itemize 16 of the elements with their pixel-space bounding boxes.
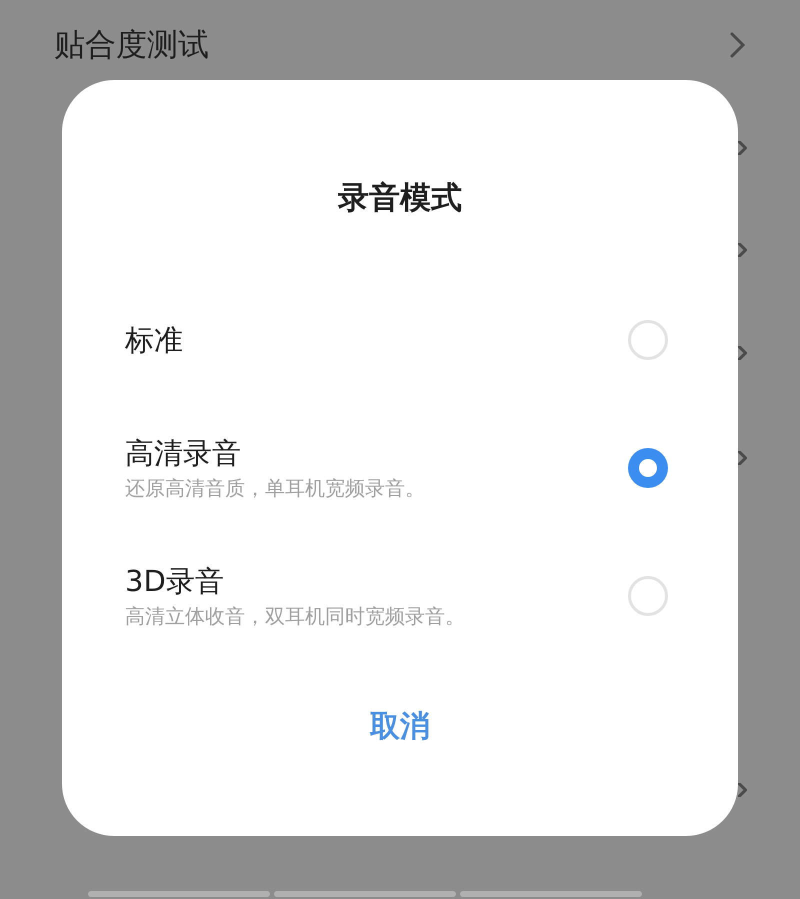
chevron-icon [728, 30, 748, 60]
chevron-icon [738, 783, 747, 797]
option-label: 3D录音 [125, 562, 225, 600]
setting-title: 贴合度测试 [54, 26, 209, 65]
radio-button[interactable] [628, 320, 668, 360]
radio-button[interactable] [628, 448, 668, 488]
option-description: 还原高清音质，单耳机宽频录音。 [125, 474, 425, 502]
chevron-icon [738, 243, 747, 257]
dialog-title: 录音模式 [338, 179, 462, 218]
chevron-icon [738, 346, 747, 360]
chevron-icon [738, 141, 747, 155]
option-label: 标准 [125, 322, 183, 358]
chevron-icon [738, 451, 747, 465]
option-label: 高清录音 [125, 434, 242, 472]
option-description: 高清立体收音，双耳机同时宽频录音。 [125, 602, 465, 630]
radio-button[interactable] [628, 576, 668, 616]
